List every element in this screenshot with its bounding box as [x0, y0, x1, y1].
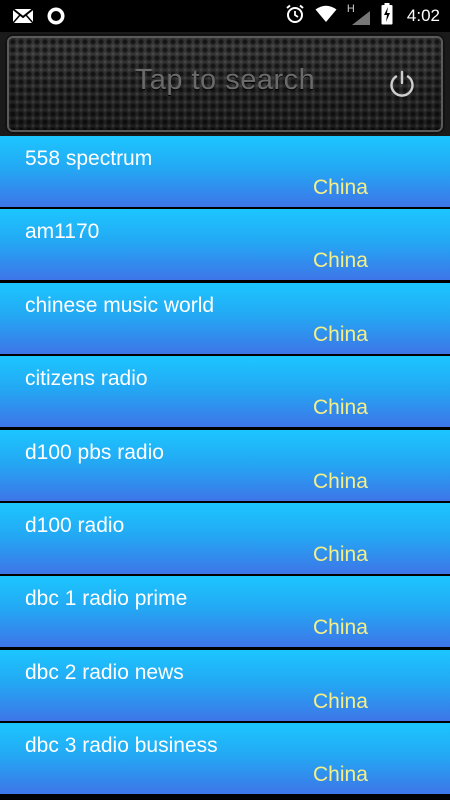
station-name: citizens radio	[25, 367, 148, 391]
wifi-icon	[315, 5, 337, 28]
station-name: d100 pbs radio	[25, 440, 164, 464]
station-row[interactable]: am1170 China	[0, 209, 450, 281]
station-name: am1170	[25, 220, 100, 244]
station-row[interactable]: citizens radio China	[0, 356, 450, 428]
station-country: China	[313, 396, 368, 420]
circle-app-icon	[46, 6, 66, 31]
station-name: d100 radio	[25, 513, 125, 537]
station-row[interactable]: 558 spectrum China	[0, 136, 450, 207]
search-panel[interactable]: Tap to search	[5, 34, 445, 134]
station-row[interactable]: d100 pbs radio China	[0, 429, 450, 501]
station-name: chinese music world	[25, 293, 215, 317]
station-country: China	[313, 763, 368, 787]
station-country: China	[313, 689, 368, 713]
station-country: China	[313, 249, 368, 273]
station-row[interactable]: chinese music world China	[0, 282, 450, 354]
station-name: 558 spectrum	[25, 147, 153, 170]
station-row[interactable]: dbc 2 radio news China	[0, 649, 450, 721]
battery-charging-icon	[381, 2, 393, 30]
status-bar: H 4:02	[0, 0, 450, 32]
gmail-icon	[12, 7, 34, 30]
station-country: China	[313, 616, 368, 640]
status-time: 4:02	[406, 6, 440, 25]
status-bar-left	[12, 6, 66, 31]
station-name: dbc 2 radio news	[25, 660, 184, 684]
station-row[interactable]: dbc 3 radio business China	[0, 723, 450, 795]
station-name: dbc 1 radio prime	[25, 587, 188, 611]
header: Tap to search	[0, 32, 450, 136]
station-country: China	[313, 176, 368, 199]
power-icon[interactable]	[387, 69, 417, 99]
station-country: China	[313, 542, 368, 566]
status-bar-right: H 4:02	[285, 2, 440, 30]
station-name: dbc 3 radio business	[25, 734, 218, 758]
station-row[interactable]: d100 radio China	[0, 502, 450, 574]
alarm-icon	[285, 4, 305, 29]
station-country: China	[313, 469, 368, 493]
h-network-signal-icon: H	[347, 3, 371, 26]
station-list: 558 spectrum China am1170 China chinese …	[0, 136, 450, 797]
search-placeholder[interactable]: Tap to search	[5, 64, 445, 97]
station-country: China	[313, 322, 368, 346]
station-row[interactable]: dbc 1 radio prime China	[0, 576, 450, 648]
